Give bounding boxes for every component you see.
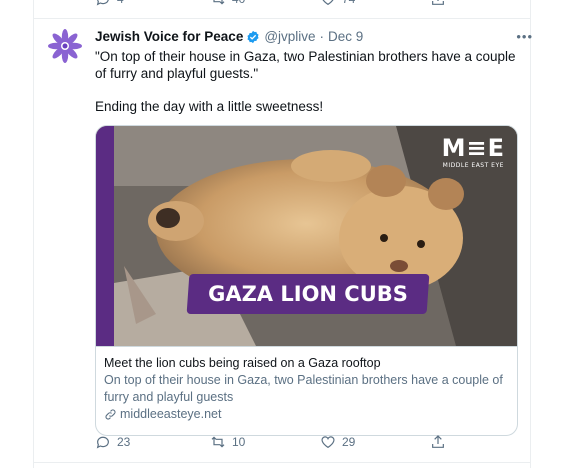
card-domain: middleeasteye.net: [104, 406, 509, 423]
share-icon: [432, 435, 444, 448]
heart-icon: [321, 436, 335, 449]
reply-count: 23: [117, 435, 131, 449]
reply-icon: [96, 436, 109, 449]
avatar[interactable]: [47, 28, 83, 64]
reply-icon: [96, 0, 109, 6]
tweet-separator-top: [33, 18, 530, 19]
author-handle[interactable]: @jvplive: [264, 28, 315, 46]
like-count: 29: [342, 435, 356, 449]
prev-reply-count: 4: [117, 0, 124, 6]
card-description: On top of their house in Gaza, two Pales…: [104, 373, 503, 404]
prev-retweet-count: 40: [232, 0, 245, 6]
tweet[interactable]: Jewish Voice for Peace @jvplive · Dec 9 …: [33, 20, 532, 462]
prev-reply-button[interactable]: 4: [95, 0, 124, 7]
prev-retweet-button[interactable]: 40: [210, 0, 245, 7]
card-domain-text: middleeasteye.net: [120, 407, 222, 421]
link-icon: [105, 409, 116, 420]
timeline-border-right: [530, 0, 531, 468]
author-name[interactable]: Jewish Voice for Peace: [95, 28, 243, 46]
tweet-text: "On top of their house in Gaza, two Pale…: [95, 48, 519, 115]
heart-icon: [322, 0, 334, 6]
prev-like-count: 74: [342, 0, 355, 6]
mee-logo-mark: M≡E: [441, 134, 505, 162]
previous-tweet-actions: 4 40 74: [33, 0, 530, 9]
retweet-icon: [211, 436, 225, 448]
title-banner-text: GAZA LION CUBS: [208, 282, 408, 306]
verified-badge-icon: [247, 30, 259, 44]
mee-logo: M≡E MIDDLE EAST EYE: [442, 134, 505, 169]
tweet-date[interactable]: Dec 9: [328, 28, 363, 46]
brand-strip: [96, 126, 114, 346]
tweet-content: Jewish Voice for Peace @jvplive · Dec 9 …: [95, 28, 532, 436]
more-options-button[interactable]: •••: [516, 28, 533, 46]
star-icon: [48, 29, 82, 63]
card-title: Meet the lion cubs being raised on a Gaz…: [104, 356, 381, 370]
tweet-header: Jewish Voice for Peace @jvplive · Dec 9 …: [95, 28, 532, 46]
card-body: Meet the lion cubs being raised on a Gaz…: [104, 355, 509, 423]
share-icon: [432, 0, 444, 5]
card-image[interactable]: M≡E MIDDLE EAST EYE GAZA LION CUBS: [96, 126, 517, 346]
tweet-separator-bottom: [33, 462, 530, 463]
share-button[interactable]: [430, 434, 446, 450]
prev-share-button[interactable]: [430, 0, 446, 7]
tweet-text-quote: "On top of their house in Gaza, two Pale…: [95, 49, 520, 81]
retweet-icon: [213, 0, 225, 5]
header-separator: ·: [319, 29, 325, 44]
prev-like-button[interactable]: 74: [320, 0, 355, 7]
card-divider: [96, 346, 517, 347]
retweet-count: 10: [232, 435, 246, 449]
link-card[interactable]: M≡E MIDDLE EAST EYE GAZA LION CUBS Meet …: [95, 125, 518, 436]
tweet-actions: 23 10 29: [95, 434, 519, 452]
reply-button[interactable]: 23: [95, 434, 130, 450]
like-button[interactable]: 29: [320, 434, 355, 450]
mee-logo-text: MIDDLE EAST EYE: [442, 162, 504, 169]
tweet-text-line: Ending the day with a little sweetness!: [95, 99, 324, 114]
retweet-button[interactable]: 10: [210, 434, 245, 450]
